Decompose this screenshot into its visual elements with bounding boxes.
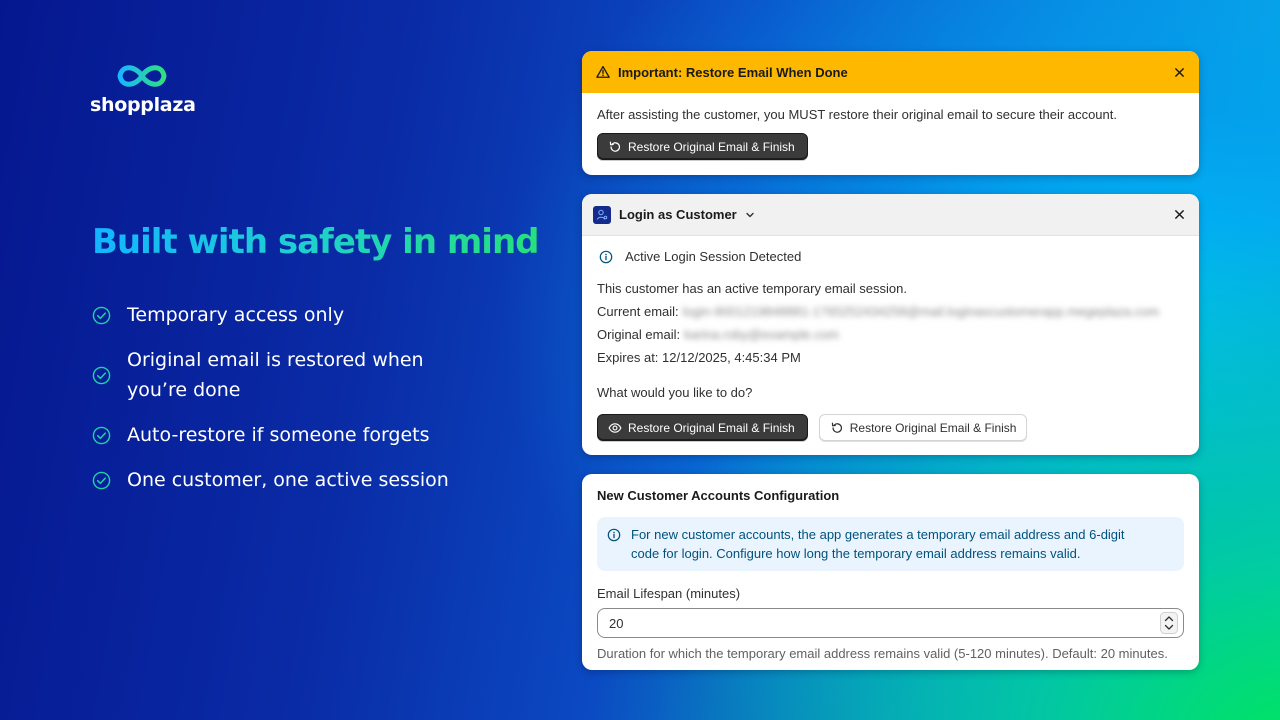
action-buttons: Restore Original Email & Finish Restore … [597, 414, 1184, 441]
feature-text: One customer, one active session [127, 469, 449, 491]
app-icon [593, 205, 611, 224]
alert-message: After assisting the customer, you MUST r… [597, 107, 1117, 122]
alert-title: Important: Restore Email When Done [618, 64, 848, 80]
expires-value: 12/12/2025, 4:45:34 PM [662, 350, 801, 365]
check-circle-icon [92, 366, 111, 384]
email-lifespan-help: Duration for which the temporary email a… [597, 646, 1168, 661]
button-label: Restore Original Email & Finish [628, 420, 795, 435]
feature-text: Auto-restore if someone forgets [127, 424, 430, 446]
email-lifespan-value: 20 [609, 615, 624, 631]
current-email-label: Current email: [597, 304, 679, 319]
check-circle-icon [92, 306, 111, 324]
expires-row: Expires at: 12/12/2025, 4:45:34 PM [597, 346, 1184, 369]
original-email-label: Original email: [597, 327, 681, 342]
action-question: What would you like to do? [597, 385, 753, 400]
login-as-customer-card: Login as Customer Active Login Session D… [582, 194, 1199, 455]
undo-icon [609, 141, 621, 152]
info-line-1: For new customer accounts, the app gener… [631, 527, 1125, 542]
button-label: Restore Original Email & Finish [849, 420, 1017, 435]
session-status: This customer has an active temporary em… [597, 281, 907, 296]
close-icon[interactable] [1174, 209, 1185, 220]
primary-restore-button[interactable]: Restore Original Email & Finish [597, 414, 808, 441]
expires-label: Expires at: [597, 350, 659, 365]
brand-name: shopplaza [90, 94, 196, 116]
feature-item: Temporary access only [92, 300, 492, 330]
configuration-card: New Customer Accounts Configuration For … [582, 474, 1199, 670]
feature-item: Auto-restore if someone forgets [92, 420, 492, 450]
secondary-restore-button[interactable]: Restore Original Email & Finish [818, 414, 1028, 441]
current-email-row: Current email: login-9001219848881-176525… [597, 300, 1184, 323]
feature-text: Temporary access only [127, 304, 345, 326]
current-email-value: login-9001219848881-1765252434258@mail.l… [682, 304, 1160, 319]
warning-icon [596, 65, 610, 78]
feature-list: Temporary access only Original email is … [92, 300, 492, 510]
restore-email-button[interactable]: Restore Original Email & Finish [597, 133, 808, 160]
info-icon [599, 250, 613, 264]
check-circle-icon [92, 426, 111, 444]
config-info-text: For new customer accounts, the app gener… [631, 525, 1125, 563]
chevron-down-icon[interactable] [745, 210, 755, 220]
restore-alert-card: Important: Restore Email When Done After… [582, 51, 1199, 175]
original-email-row: Original email: karina.roby@example.com [597, 323, 1184, 346]
check-circle-icon [92, 471, 111, 489]
email-lifespan-input[interactable]: 20 [597, 608, 1184, 638]
feature-text: Original email is restored when you’re d… [127, 349, 424, 401]
eye-icon [608, 422, 622, 433]
page-headline: Built with safety in mind [92, 222, 539, 262]
panel-title[interactable]: Login as Customer [619, 207, 737, 222]
user-icon [597, 209, 608, 220]
alert-header: Important: Restore Email When Done [582, 51, 1199, 93]
session-notice: Active Login Session Detected [597, 249, 1184, 265]
session-details: This customer has an active temporary em… [597, 277, 1184, 369]
feature-item: Original email is restored when you’re d… [92, 345, 492, 405]
config-info-banner: For new customer accounts, the app gener… [597, 517, 1184, 571]
original-email-value: karina.roby@example.com [684, 327, 839, 342]
infinity-logo-icon [117, 65, 167, 87]
notice-text: Active Login Session Detected [625, 249, 802, 264]
feature-item: One customer, one active session [92, 465, 492, 495]
config-title: New Customer Accounts Configuration [597, 488, 840, 503]
close-icon[interactable] [1174, 67, 1185, 78]
email-lifespan-label: Email Lifespan (minutes) [597, 586, 741, 601]
panel-header: Login as Customer [582, 194, 1199, 236]
info-line-2: code for login. Configure how long the t… [631, 546, 1081, 561]
stepper-arrows-icon[interactable] [1160, 612, 1178, 634]
info-icon [607, 528, 621, 542]
undo-icon [831, 422, 842, 433]
button-label: Restore Original Email & Finish [628, 139, 795, 154]
